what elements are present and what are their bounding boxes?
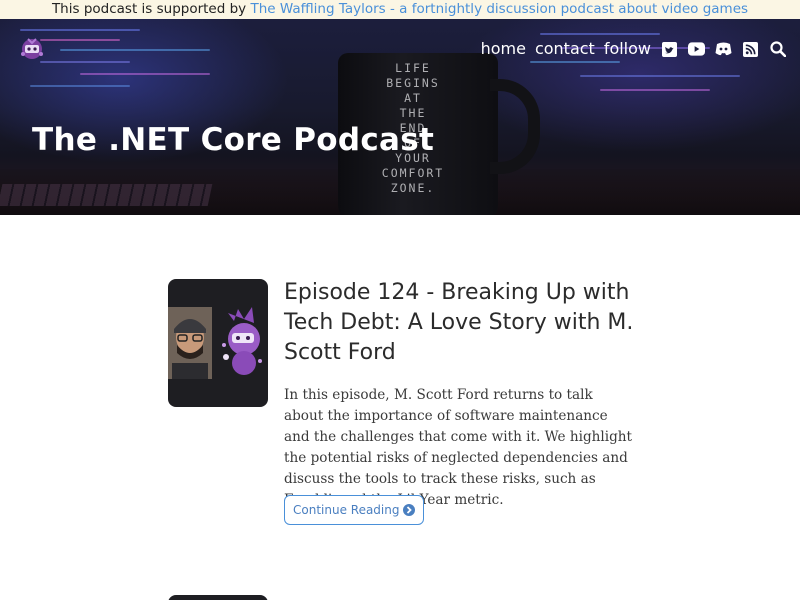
site-title[interactable]: The .NET Core Podcast — [32, 122, 434, 158]
twitter-icon[interactable] — [661, 41, 678, 58]
continue-reading-button[interactable]: Continue Reading — [284, 495, 425, 525]
rss-icon[interactable] — [742, 41, 759, 58]
nav-contact[interactable]: contact — [535, 39, 595, 59]
continue-reading-label: Continue Reading — [293, 503, 400, 517]
nav-follow[interactable]: follow — [604, 39, 651, 59]
site-logo[interactable] — [18, 34, 46, 62]
hero-keyboard — [0, 184, 213, 206]
main-nav: home contact follow — [472, 39, 786, 59]
next-episode-thumbnail[interactable] — [168, 595, 268, 600]
arrow-right-circle-icon — [403, 504, 416, 516]
guest-photo — [168, 307, 212, 379]
hero-header: LIFE BEGINS AT THE END OF YOUR COMFORT Z… — [0, 19, 800, 215]
sponsor-bar: This podcast is supported by The Wafflin… — [0, 0, 800, 19]
discord-icon[interactable] — [715, 41, 732, 58]
sponsor-link[interactable]: The Waffling Taylors - a fortnightly dis… — [250, 1, 748, 17]
episode-title[interactable]: Episode 124 - Breaking Up with Tech Debt… — [284, 278, 644, 368]
youtube-icon[interactable] — [688, 41, 705, 58]
search-icon[interactable] — [769, 41, 786, 58]
next-episode-title-peek — [284, 594, 524, 600]
podcast-mascot — [220, 299, 264, 381]
episode-summary: In this episode, M. Scott Ford returns t… — [284, 387, 633, 508]
episode-thumbnail[interactable] — [168, 279, 268, 407]
nav-home[interactable]: home — [481, 39, 526, 59]
sponsor-prefix: This podcast is supported by — [51, 1, 247, 17]
